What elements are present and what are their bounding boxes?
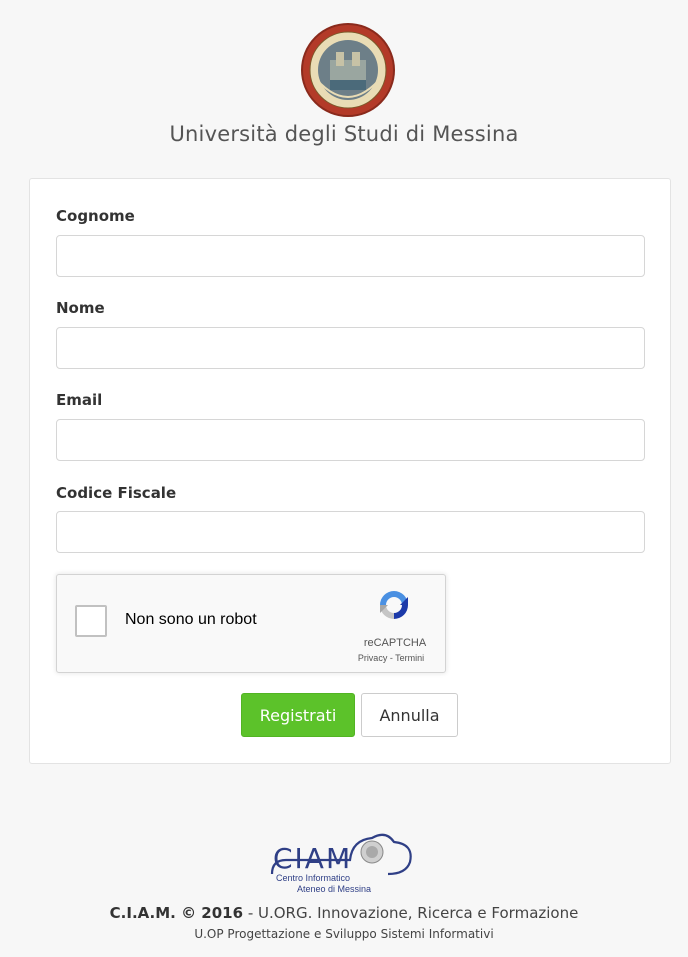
recaptcha-label: Non sono un robot	[125, 611, 257, 628]
recaptcha-widget: Non sono un robot reCAPTCHA Privacy - Te…	[56, 574, 446, 673]
cancel-button[interactable]: Annulla	[361, 693, 458, 737]
footer: CIAM Centro Informatico Ateneo di Messin…	[0, 820, 688, 957]
university-name: Università degli Studi di Messina	[169, 122, 519, 146]
footer-copyright: C.I.A.M. © 2016 - U.ORG. Innovazione, Ri…	[0, 904, 688, 922]
register-button[interactable]: Registrati	[241, 693, 355, 737]
name-input[interactable]	[56, 327, 645, 369]
email-input[interactable]	[56, 419, 645, 461]
footer-copyright-rest: - U.ORG. Innovazione, Ricerca e Formazio…	[243, 904, 579, 922]
recaptcha-logo-icon	[380, 591, 408, 619]
fiscal-code-label: Codice Fiscale	[56, 484, 177, 502]
recaptcha-privacy-terms-links[interactable]: Privacy - Termini	[339, 653, 443, 663]
university-seal-icon	[301, 23, 395, 117]
ciam-logo-text: CIAM	[273, 842, 353, 875]
surname-label: Cognome	[56, 207, 135, 225]
footer-department: U.OP Progettazione e Sviluppo Sistemi In…	[194, 927, 494, 941]
surname-input[interactable]	[56, 235, 645, 277]
footer-copyright-bold: C.I.A.M. © 2016	[109, 904, 244, 922]
recaptcha-brand: reCAPTCHA	[363, 637, 427, 649]
registration-form-card: Cognome Nome Email Codice Fiscale Non so…	[29, 178, 671, 764]
email-label: Email	[56, 391, 103, 409]
recaptcha-checkbox[interactable]	[75, 605, 107, 637]
fiscal-code-input[interactable]	[56, 511, 645, 553]
header: Università degli Studi di Messina	[0, 0, 688, 165]
ciam-logo-subtitle-1: Centro Informatico	[276, 873, 351, 883]
registration-page: Università degli Studi di Messina Cognom…	[0, 0, 688, 957]
name-label: Nome	[56, 299, 105, 317]
ciam-logo-subtitle-2: Ateneo di Messina	[297, 884, 372, 894]
